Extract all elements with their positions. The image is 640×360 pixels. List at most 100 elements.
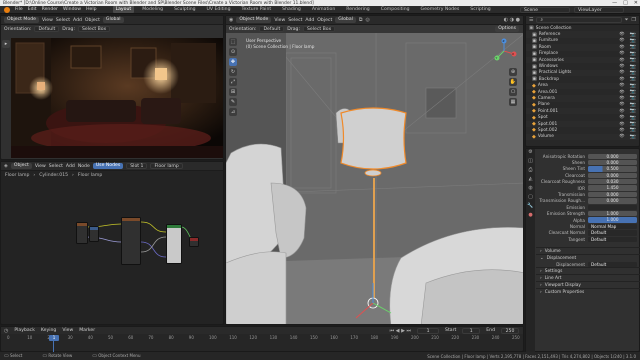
shader-view-menu[interactable]: View [35, 164, 46, 169]
line-art-section[interactable]: › Line Art [536, 274, 640, 281]
property-value[interactable]: 0.000 [588, 172, 637, 179]
shader-select-menu[interactable]: Select [49, 164, 63, 169]
property-value[interactable]: Default [588, 236, 637, 242]
navigation-gizmo[interactable]: X Y Z [491, 38, 517, 64]
mapping-node[interactable] [89, 226, 99, 242]
property-value[interactable]: 0.000 [588, 198, 637, 204]
pan-icon[interactable]: ✋ [509, 78, 517, 86]
tool-tab-icon[interactable]: ⚙ [526, 149, 535, 158]
3d-viewport[interactable]: ◉ Object Mode View Select Add Object Glo… [225, 15, 524, 325]
property-value[interactable]: 1.000 [588, 211, 637, 217]
object-menu[interactable]: Object [85, 18, 100, 23]
scale-tool-icon[interactable]: ⤢ [229, 78, 237, 86]
render-camera-icon[interactable]: 📷 [630, 57, 636, 63]
menu-render[interactable]: Render [42, 7, 58, 12]
property-value[interactable]: 1.450 [588, 185, 637, 191]
tab-rendering[interactable]: Rendering [343, 6, 372, 13]
use-nodes-toggle[interactable]: Use Nodes [92, 163, 124, 169]
camera-view-icon[interactable]: ⎔ [509, 88, 517, 96]
add-menu[interactable]: Add [73, 18, 82, 23]
outliner-search-input[interactable]: ⌕ [536, 17, 622, 23]
tab-animation[interactable]: Animation [309, 6, 338, 13]
transform-orientation[interactable]: Global [102, 17, 124, 23]
modifier-tab-icon[interactable]: 🔧 [526, 203, 535, 212]
render-camera-icon[interactable]: 📷 [630, 115, 636, 121]
shader-add-menu[interactable]: Add [66, 164, 75, 169]
viewport-select-menu[interactable]: Select [288, 18, 302, 23]
render-camera-icon[interactable]: 📷 [630, 108, 636, 114]
viewport-display-section[interactable]: › Viewport Display [536, 281, 640, 288]
render-camera-icon[interactable]: 📷 [630, 38, 636, 44]
viewport-orientation-select[interactable]: Default [259, 26, 285, 32]
settings-section[interactable]: › Settings [536, 267, 640, 274]
timeline-view-menu[interactable]: View [62, 328, 73, 333]
measure-tool-icon[interactable]: ⊿ [229, 108, 237, 116]
orientation-select[interactable]: Default [34, 26, 60, 32]
material-output-node[interactable] [189, 237, 199, 247]
render-camera-icon[interactable]: 📷 [630, 127, 636, 133]
mode-selector[interactable]: Object Mode [4, 17, 39, 23]
viewport-shading-icon[interactable]: ◐ ◑ ● [504, 17, 520, 23]
viewport-add-menu[interactable]: Add [305, 18, 314, 23]
visibility-eye-icon[interactable]: 👁 [619, 45, 624, 50]
blender-logo-icon[interactable] [4, 6, 10, 13]
visibility-eye-icon[interactable]: 👁 [619, 64, 624, 69]
view-layer-selector[interactable]: ViewLayer [574, 7, 624, 13]
visibility-eye-icon[interactable]: 👁 [619, 134, 624, 139]
visibility-eye-icon[interactable]: 👁 [619, 77, 624, 82]
displacement-row-value[interactable]: Default [588, 261, 637, 267]
tab-sculpting[interactable]: Sculpting [171, 6, 198, 13]
property-value[interactable]: 0.000 [588, 159, 637, 166]
tab-scripting[interactable]: Scripting [467, 6, 493, 13]
visibility-eye-icon[interactable]: 👁 [619, 51, 624, 56]
start-frame-field[interactable]: 1 [462, 327, 481, 334]
viewport-drag-select[interactable]: Select Box [303, 26, 336, 32]
render-camera-icon[interactable]: 📷 [630, 32, 636, 38]
render-camera-icon[interactable]: 📷 [630, 70, 636, 76]
render-camera-icon[interactable]: 📷 [630, 83, 636, 89]
visibility-eye-icon[interactable]: 👁 [619, 38, 624, 43]
visibility-eye-icon[interactable]: 👁 [619, 70, 624, 75]
render-camera-icon[interactable]: 📷 [630, 89, 636, 95]
playback-menu[interactable]: Playback [14, 328, 35, 333]
playback-controls-icon[interactable]: ⏮ ◀ ▶ ⏭ [390, 328, 411, 334]
displacement-section[interactable]: ⌄ Displacement [536, 254, 640, 261]
render-camera-icon[interactable]: 📷 [630, 64, 636, 70]
material-tab-icon[interactable]: ● [526, 212, 535, 221]
tab-shading[interactable]: Shading [279, 6, 304, 13]
keying-menu[interactable]: Keying [41, 328, 56, 333]
end-frame-field[interactable]: 250 [501, 327, 519, 334]
principled-bsdf-node[interactable] [166, 224, 182, 264]
viewport-mode-selector[interactable]: Object Mode [236, 17, 272, 23]
visibility-eye-icon[interactable]: 👁 [619, 109, 624, 114]
property-value[interactable]: 1.000 [588, 217, 637, 223]
move-tool-icon[interactable]: ✥ [229, 58, 237, 66]
rotate-tool-icon[interactable]: ↻ [229, 68, 237, 76]
viewport-object-menu[interactable]: Object [317, 18, 332, 23]
render-camera-icon[interactable]: 📷 [630, 134, 636, 140]
image-texture-node[interactable] [121, 217, 141, 265]
proportional-edit-icon[interactable]: ◎ [366, 17, 370, 23]
tab-geometry-nodes[interactable]: Geometry Nodes [418, 6, 463, 13]
view-menu[interactable]: View [42, 18, 53, 23]
volume-section[interactable]: › Volume [536, 247, 640, 254]
visibility-eye-icon[interactable]: 👁 [619, 96, 624, 101]
visibility-eye-icon[interactable]: 👁 [619, 102, 624, 107]
tab-modeling[interactable]: Modeling [139, 6, 166, 13]
output-tab-icon[interactable]: ⎙ [526, 167, 535, 176]
render-tab-icon[interactable]: ◫ [526, 158, 535, 167]
options-button[interactable]: Options [495, 26, 519, 32]
timeline-editor-icon[interactable]: ◷ [4, 328, 8, 334]
render-camera-icon[interactable]: 📷 [630, 76, 636, 82]
snap-icon[interactable]: ⧉ [359, 17, 363, 23]
select-box-tool-icon[interactable]: ⬚ [229, 38, 237, 46]
filter-icon[interactable]: ⏷ [625, 17, 629, 23]
outliner-editor-icon[interactable]: ☰ [529, 17, 533, 23]
viewport-transform-orientation[interactable]: Global [335, 17, 356, 23]
timeline-ruler[interactable]: 0102030405060708090100110120130140150160… [7, 335, 521, 343]
shader-node-menu[interactable]: Node [78, 164, 90, 169]
custom-properties-section[interactable]: › Custom Properties [536, 288, 640, 295]
outliner-item[interactable]: ◆ Volume 👁 📷 [526, 133, 639, 141]
shader-type-selector[interactable]: Object [10, 163, 32, 169]
visibility-eye-icon[interactable]: 👁 [619, 128, 624, 133]
